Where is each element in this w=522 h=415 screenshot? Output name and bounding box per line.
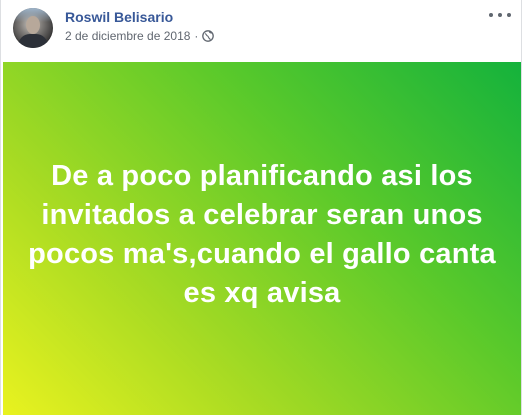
author-avatar[interactable] [13, 8, 53, 48]
avatar-shirt [18, 34, 48, 48]
author-name[interactable]: Roswil Belisario [65, 9, 173, 25]
status-background-card: De a poco planificando asi los invitados… [3, 62, 521, 415]
globe-icon[interactable] [202, 30, 215, 42]
avatar-face [26, 16, 40, 34]
post-text: De a poco planificando asi los invitados… [28, 159, 496, 309]
post-date[interactable]: 2 de diciembre de 2018 [65, 29, 190, 43]
more-dot [498, 13, 502, 17]
facebook-post: Roswil Belisario 2 de diciembre de 2018 … [0, 0, 522, 415]
more-dot [507, 13, 511, 17]
post-meta: 2 de diciembre de 2018 · [65, 29, 215, 43]
meta-separator: · [194, 29, 199, 43]
more-dot [489, 13, 493, 17]
post-header: Roswil Belisario 2 de diciembre de 2018 … [1, 0, 522, 60]
more-options-icon[interactable] [489, 6, 511, 24]
